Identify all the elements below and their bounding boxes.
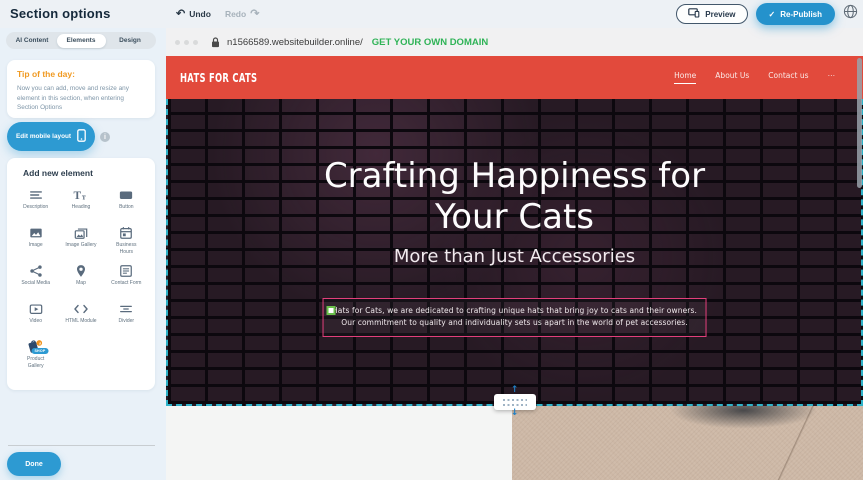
- arrow-up-icon: ↑: [511, 387, 519, 394]
- site-logo[interactable]: HATS FOR CATS: [180, 71, 257, 85]
- add-new-element-panel: Add new element Description Tт Heading Butt…: [7, 158, 155, 390]
- svg-text:т: т: [82, 192, 86, 201]
- preview-scrollbar[interactable]: [857, 58, 862, 188]
- element-grid: Description Tт Heading Button Image Image Gal…: [13, 187, 149, 370]
- nav-contact-us[interactable]: Contact us: [768, 71, 808, 84]
- hero-heading[interactable]: Crafting Happiness for Your Cats: [168, 156, 861, 238]
- tab-ai-content[interactable]: AI Content: [8, 34, 57, 48]
- section-options-sidebar: AI ContentElementsDesign Tip of the day:…: [0, 28, 166, 480]
- button-icon: [119, 187, 133, 202]
- nav-about-us[interactable]: About Us: [715, 71, 749, 84]
- shop-badge: SHOP: [31, 348, 48, 354]
- add-element-html-module[interactable]: HTML Module: [58, 301, 103, 332]
- element-label: Social Media: [21, 280, 50, 287]
- website-canvas: HATS FOR CATS Home About Us Contact us ⋯ Cr…: [166, 56, 863, 480]
- add-element-social-media[interactable]: Social Media: [13, 263, 58, 294]
- next-section-image: [512, 406, 863, 480]
- add-element-image-gallery[interactable]: Image Gallery: [58, 225, 103, 256]
- browser-chrome: n1566589.websitebuilder.online/ GET YOUR…: [166, 28, 863, 56]
- video-icon: [29, 301, 43, 316]
- social-media-icon: [29, 263, 43, 278]
- next-section-blank: [166, 406, 512, 480]
- arrow-down-icon: ↓: [511, 410, 519, 417]
- sidebar-tabs: AI ContentElementsDesign: [6, 32, 156, 49]
- window-dots-icon: [175, 40, 198, 45]
- element-label: Image Gallery: [65, 242, 96, 249]
- tip-of-the-day-card: Tip of the day: Now you can add, move an…: [7, 60, 155, 118]
- element-label: Contact Form: [111, 280, 141, 287]
- undo-button[interactable]: ↶ Undo: [176, 9, 211, 19]
- devices-icon: [688, 8, 700, 20]
- element-label: Heading: [72, 204, 91, 211]
- tip-body: Now you can add, move and resize any ele…: [17, 84, 145, 113]
- add-element-product-gallery[interactable]: SHOP Product Gallery: [13, 339, 58, 370]
- site-header: HATS FOR CATS Home About Us Contact us ⋯: [166, 56, 863, 99]
- tab-design[interactable]: Design: [106, 34, 155, 48]
- section-resize-handle[interactable]: ↑ ↓: [494, 387, 536, 417]
- preview-button[interactable]: Preview: [676, 4, 747, 24]
- hero-subheading[interactable]: More than Just Accessories: [168, 246, 861, 267]
- check-icon: ✓: [769, 10, 776, 19]
- element-label: HTML Module: [65, 318, 96, 325]
- image-gallery-icon: [74, 225, 88, 240]
- element-label: Button: [119, 204, 133, 211]
- undo-redo-group: ↶ Undo Redo ↷: [176, 0, 259, 28]
- image-icon: [29, 225, 43, 240]
- edit-mobile-layout-button[interactable]: Edit mobile layout: [7, 122, 95, 151]
- add-element-description[interactable]: Description: [13, 187, 58, 218]
- lock-icon: [211, 37, 220, 48]
- tab-elements[interactable]: Elements: [57, 34, 106, 48]
- tip-title: Tip of the day:: [17, 69, 145, 79]
- add-element-map[interactable]: Map: [58, 263, 103, 294]
- add-element-button[interactable]: Button: [104, 187, 149, 218]
- add-element-business-hours[interactable]: Business Hours: [104, 225, 149, 256]
- resize-handle[interactable]: [326, 306, 335, 315]
- description-icon: [29, 187, 43, 202]
- hero-paragraph-selected[interactable]: Hats for Cats, we are dedicated to craft…: [322, 298, 707, 337]
- element-label: Business Hours: [109, 242, 143, 256]
- element-label: Product Gallery: [19, 356, 53, 370]
- element-label: Description: [23, 204, 48, 211]
- get-own-domain-link[interactable]: GET YOUR OWN DOMAIN: [372, 37, 488, 48]
- language-globe-icon[interactable]: [843, 4, 858, 24]
- toolbar-actions: Preview ✓ Re-Publish: [676, 0, 858, 28]
- element-label: Divider: [119, 318, 135, 325]
- website-builder-app: Section options ↶ Undo Redo ↷ Preview ✓ …: [0, 0, 863, 480]
- add-element-heading[interactable]: Tт Heading: [58, 187, 103, 218]
- nav-more[interactable]: ⋯: [828, 71, 836, 84]
- hero-section-selected[interactable]: Crafting Happiness for Your Cats More th…: [166, 99, 863, 406]
- element-label: Image: [29, 242, 43, 249]
- sidebar-divider: [8, 445, 155, 446]
- done-button[interactable]: Done: [7, 452, 61, 476]
- add-element-video[interactable]: Video: [13, 301, 58, 332]
- heading-icon: Tт: [73, 187, 88, 202]
- business-hours-icon: [119, 225, 133, 240]
- redo-button[interactable]: Redo ↷: [225, 9, 259, 19]
- republish-button[interactable]: ✓ Re-Publish: [756, 3, 835, 25]
- element-label: Map: [76, 280, 86, 287]
- add-element-image[interactable]: Image: [13, 225, 58, 256]
- add-element-divider[interactable]: Divider: [104, 301, 149, 332]
- top-toolbar: Section options ↶ Undo Redo ↷ Preview ✓ …: [0, 0, 863, 28]
- undo-icon: ↶: [176, 9, 185, 19]
- page-title: Section options: [10, 6, 111, 21]
- site-url: n1566589.websitebuilder.online/: [227, 37, 363, 48]
- info-icon[interactable]: [100, 132, 110, 142]
- phone-icon: [77, 129, 86, 144]
- map-icon: [74, 263, 88, 278]
- nav-home[interactable]: Home: [674, 71, 696, 84]
- site-nav: Home About Us Contact us ⋯: [674, 56, 835, 99]
- html-module-icon: [73, 301, 89, 316]
- add-element-contact-form[interactable]: Contact Form: [104, 263, 149, 294]
- add-element-title: Add new element: [13, 168, 149, 178]
- element-label: Video: [29, 318, 42, 325]
- contact-form-icon: [119, 263, 133, 278]
- divider-icon: [119, 301, 133, 316]
- redo-icon: ↷: [250, 9, 259, 19]
- grip-dots-icon: [503, 399, 527, 406]
- site-preview-pane: n1566589.websitebuilder.online/ GET YOUR…: [166, 28, 863, 480]
- svg-text:T: T: [74, 189, 82, 201]
